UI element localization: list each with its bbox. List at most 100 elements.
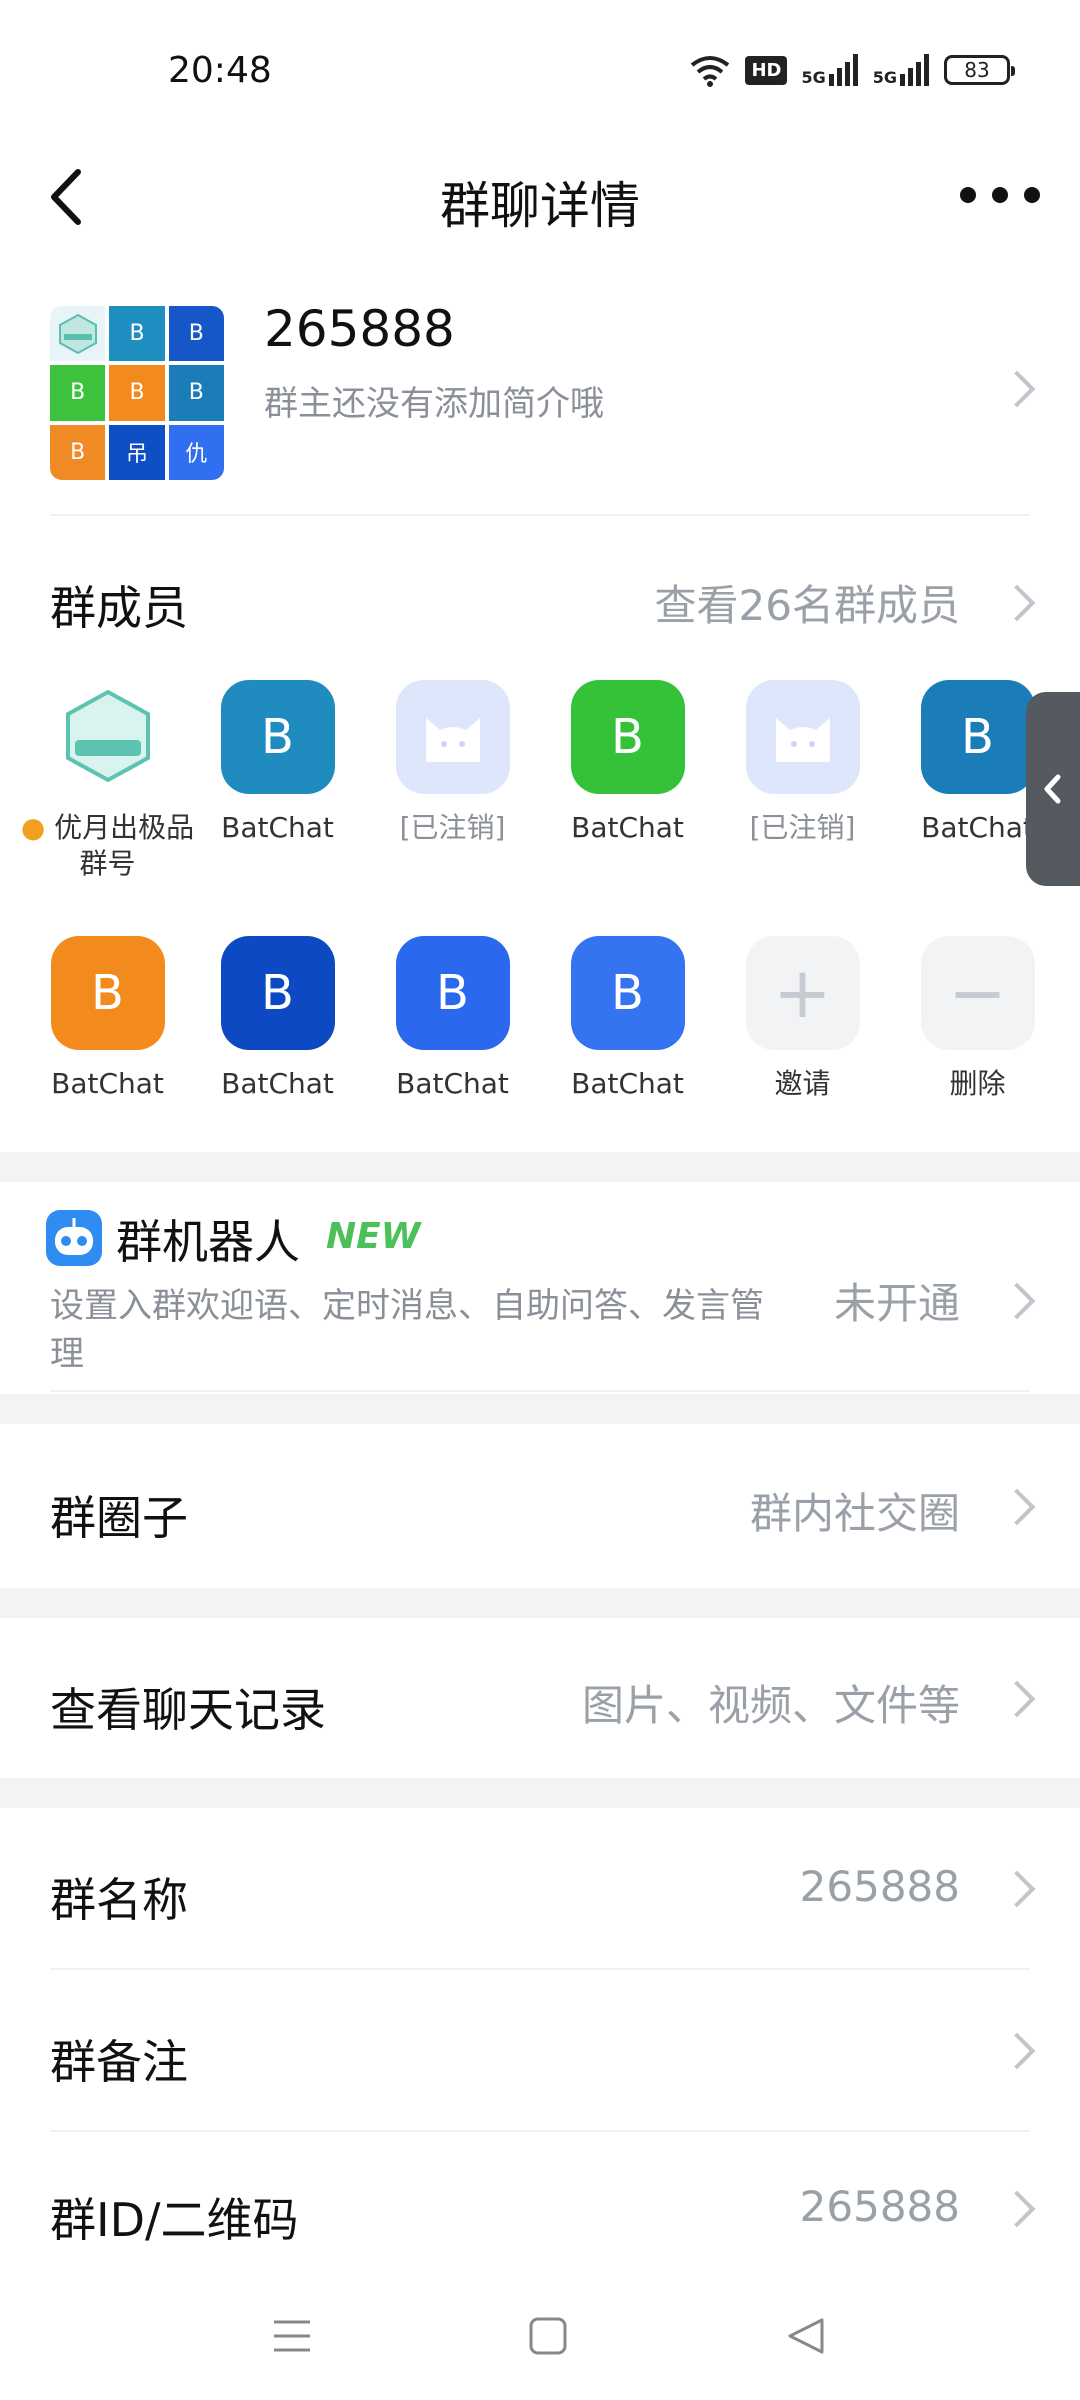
avatar-tile: 吊 (109, 424, 165, 480)
signal-1: 5G (801, 54, 858, 86)
chevron-right-icon (998, 1282, 1036, 1320)
avatar-tile: B (168, 306, 224, 362)
divider (50, 514, 1030, 516)
more-dot-icon (992, 187, 1008, 203)
chevron-right-icon (998, 584, 1036, 622)
member-avatar: B (395, 936, 510, 1050)
group-remark-row[interactable]: 群备注 (0, 1970, 1080, 2130)
member-item[interactable]: B BatChat (540, 936, 715, 1102)
member-item[interactable]: B BatChat (190, 680, 365, 846)
group-name-value: 265888 (799, 1862, 960, 1911)
chat-history-row[interactable]: 查看聊天记录 图片、视频、文件等 (0, 1618, 1080, 1778)
avatar-tile (50, 306, 106, 362)
divider (50, 1390, 1030, 1392)
member-name: BatChat (221, 1067, 334, 1100)
wifi-icon (691, 56, 730, 87)
chevron-right-icon (998, 2190, 1036, 2228)
net-type-2: 5G (872, 68, 897, 87)
circle-label: 群圈子 (50, 1491, 188, 1545)
more-dot-icon (1024, 187, 1040, 203)
avatar-tile: B (109, 365, 165, 421)
members-row[interactable]: 群成员 查看26名群成员 (0, 560, 1080, 640)
group-circle-row[interactable]: 群圈子 群内社交圈 (0, 1424, 1080, 1588)
circle-value: 群内社交圈 (749, 1489, 960, 1538)
group-intro: 群主还没有添加简介哦 (264, 384, 604, 424)
more-options-button[interactable] (960, 180, 1040, 210)
side-drawer-handle[interactable] (1026, 692, 1080, 886)
member-avatar: B (220, 680, 335, 794)
avatar-tile: B (109, 306, 165, 362)
chevron-right-icon (998, 370, 1036, 408)
member-avatar: B (220, 936, 335, 1050)
signal-bars-icon (828, 54, 858, 86)
member-item[interactable]: B BatChat (365, 936, 540, 1102)
chevron-right-icon (998, 1488, 1036, 1526)
more-dot-icon (960, 187, 976, 203)
system-nav-bar (0, 2270, 1080, 2400)
group-name-row[interactable]: 群名称 265888 (0, 1808, 1080, 1968)
member-avatar (745, 680, 860, 794)
member-name: [已注销] (399, 811, 506, 844)
group-name: 265888 (264, 300, 455, 358)
group-id-row[interactable]: 群ID/二维码 265888 (0, 2132, 1080, 2282)
battery-icon: 83 (944, 55, 1015, 85)
menu-icon[interactable] (272, 2316, 312, 2356)
group-info-row[interactable]: BBBBBB吊仇 265888 群主还没有添加简介哦 (0, 290, 1080, 510)
robot-status: 未开通 (833, 1279, 960, 1328)
remove-member-button[interactable]: − 删除 (890, 936, 1065, 1102)
member-name: BatChat (396, 1067, 509, 1100)
member-item[interactable]: B BatChat (20, 936, 195, 1102)
history-label: 查看聊天记录 (50, 1683, 326, 1737)
member-item[interactable]: [已注销] (715, 680, 890, 846)
member-name: BatChat (571, 1067, 684, 1100)
cat-icon (425, 718, 480, 762)
section-separator (0, 1394, 1080, 1424)
group-name-label: 群名称 (50, 1873, 188, 1927)
minus-icon: − (920, 936, 1035, 1050)
home-icon[interactable] (528, 2316, 568, 2356)
history-value: 图片、视频、文件等 (581, 1681, 960, 1730)
nav-bar: 群聊详情 (0, 140, 1080, 250)
page-title: 群聊详情 (440, 177, 640, 235)
group-id-label: 群ID/二维码 (50, 2193, 299, 2247)
member-avatar: B (570, 680, 685, 794)
invite-member-button[interactable]: + 邀请 (715, 936, 890, 1102)
member-name: BatChat (221, 811, 334, 844)
section-separator (0, 1152, 1080, 1182)
new-badge: NEW (326, 1216, 421, 1257)
member-item[interactable]: [已注销] (365, 680, 540, 846)
member-avatar (395, 680, 510, 794)
group-remark-label: 群备注 (50, 2035, 188, 2089)
chevron-right-icon (998, 1870, 1036, 1908)
robot-description: 设置入群欢迎语、定时消息、自助问答、发言管理 (50, 1286, 764, 1374)
member-name: 删除 (949, 1067, 1006, 1100)
member-name-text: 优月出极品群号 (54, 811, 195, 880)
status-icons: HD 5G 5G 83 (689, 48, 1015, 92)
back-triangle-icon[interactable] (786, 2316, 826, 2356)
member-avatar: B (570, 936, 685, 1050)
group-robot-row[interactable]: 群机器人 NEW 设置入群欢迎语、定时消息、自助问答、发言管理 未开通 (0, 1182, 1080, 1392)
chevron-right-icon (998, 2032, 1036, 2070)
member-name: ● 优月出极品群号 (20, 810, 195, 882)
member-item[interactable]: B BatChat (540, 680, 715, 846)
member-name: 邀请 (774, 1067, 831, 1100)
group-avatar: BBBBBB吊仇 (50, 306, 224, 480)
status-bar: 20:48 HD 5G 5G 83 (0, 0, 1080, 140)
cat-icon (775, 718, 830, 762)
robot-icon (46, 1210, 102, 1266)
member-name: BatChat (51, 1067, 164, 1100)
chevron-right-icon (998, 1680, 1036, 1718)
member-item[interactable]: B BatChat (190, 936, 365, 1102)
signal-bars-icon (900, 54, 929, 86)
member-avatar: B (920, 680, 1035, 794)
members-count-link: 查看26名群成员 (654, 581, 960, 630)
qq-logo-icon (58, 313, 97, 354)
member-name: [已注销] (749, 811, 856, 844)
member-avatar: B (50, 936, 165, 1050)
qq-badge-icon (65, 689, 150, 783)
net-type-1: 5G (801, 68, 826, 87)
hd-badge: HD (745, 55, 788, 85)
section-separator (0, 1778, 1080, 1808)
member-item[interactable]: ● 优月出极品群号 (20, 680, 195, 882)
plus-icon: + (745, 936, 860, 1050)
